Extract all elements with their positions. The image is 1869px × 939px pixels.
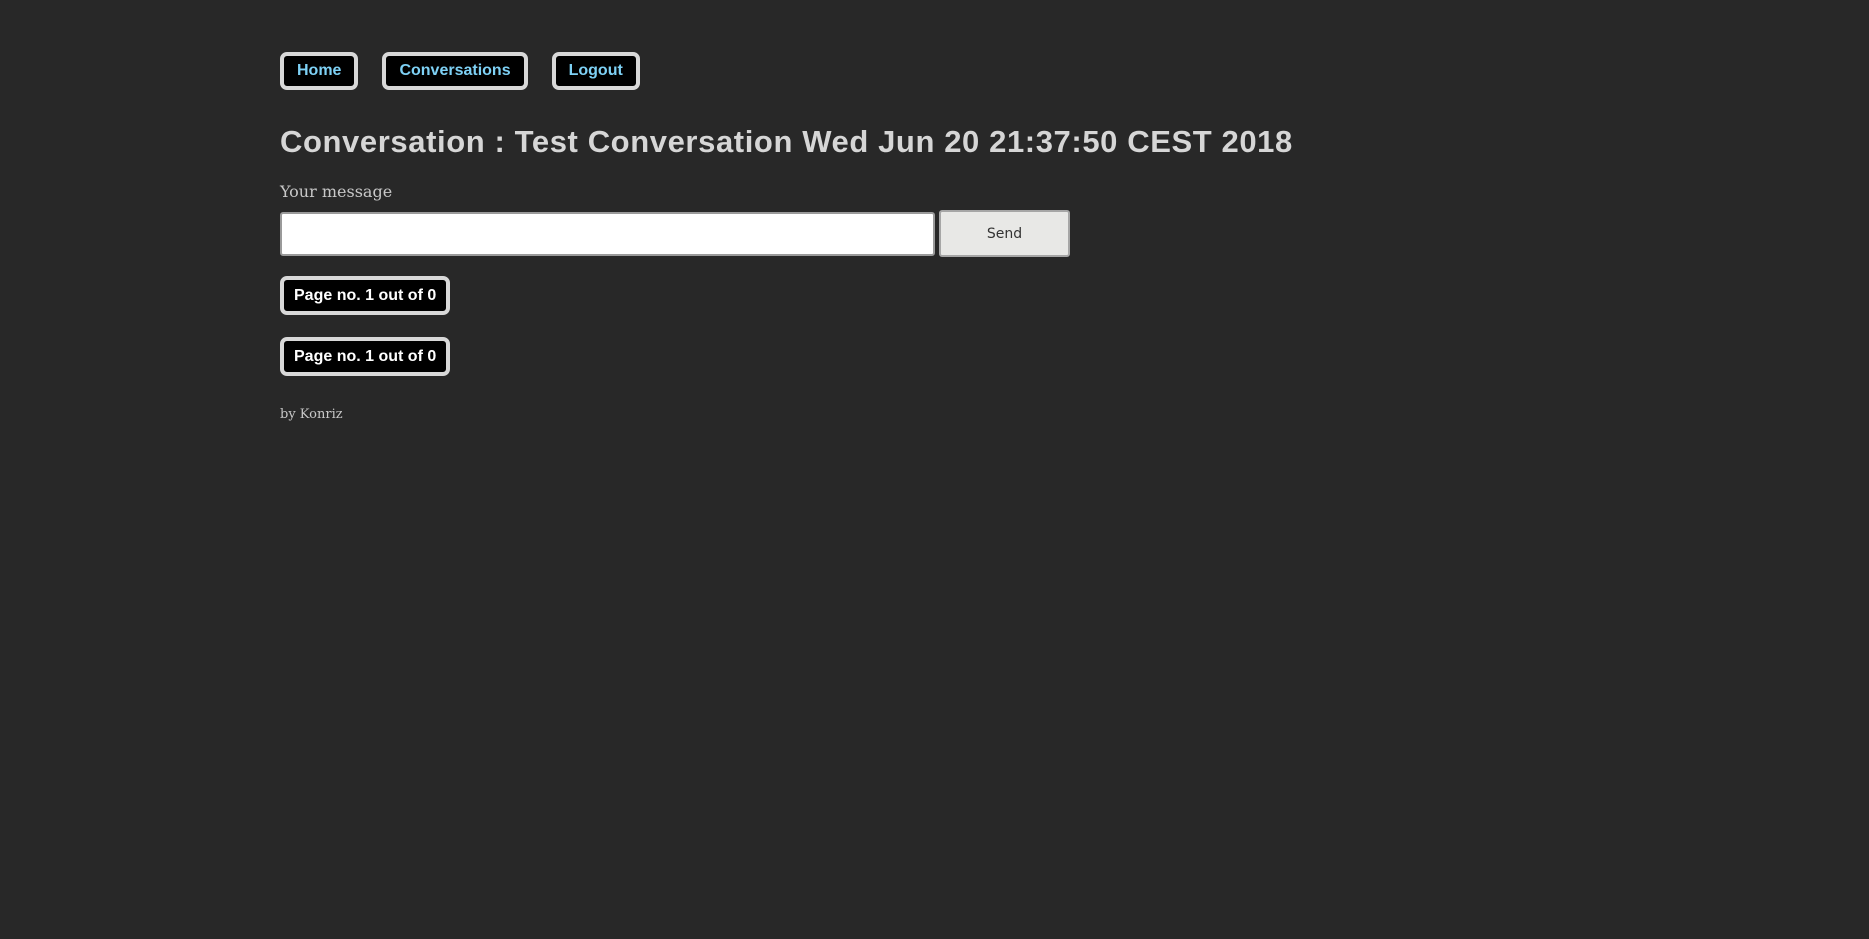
top-nav: Home Conversations Logout [280, 52, 640, 90]
message-input[interactable] [280, 212, 935, 256]
message-label: Your message [280, 182, 393, 201]
nav-logout-link[interactable]: Logout [551, 52, 640, 90]
page: Home Conversations Logout Conversation :… [0, 0, 1869, 939]
nav-home-link[interactable]: Home [280, 52, 359, 90]
page-title: Conversation : Test Conversation Wed Jun… [280, 124, 1293, 159]
nav-conversations-link[interactable]: Conversations [382, 52, 528, 90]
send-button[interactable]: Send [939, 210, 1070, 257]
pagination-bottom[interactable]: Page no. 1 out of 0 [280, 337, 451, 376]
footer-credit: by Konriz [280, 407, 343, 422]
pagination-top[interactable]: Page no. 1 out of 0 [280, 276, 451, 315]
